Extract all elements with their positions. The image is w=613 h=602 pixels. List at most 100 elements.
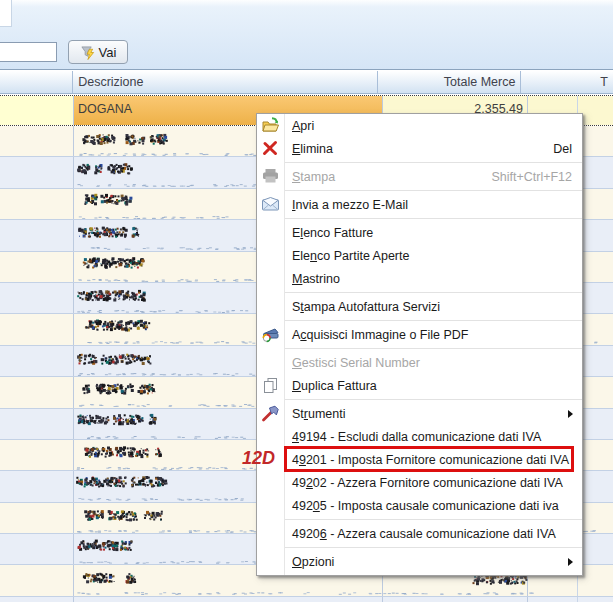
table-row[interactable]: [0, 597, 613, 602]
cell[interactable]: [0, 314, 74, 344]
cell[interactable]: [578, 157, 613, 187]
cell[interactable]: [578, 283, 613, 313]
cell[interactable]: [578, 503, 613, 533]
menu-item-label: 49205 - Imposta causale comunicazione da…: [292, 499, 559, 513]
menu-item-label: Elimina: [292, 142, 333, 156]
cell[interactable]: [578, 440, 613, 470]
menu-item-label: 49194 - Escludi dalla comunicazione dati…: [292, 430, 541, 444]
cell[interactable]: [578, 189, 613, 219]
menu-separator: [285, 519, 582, 520]
cell[interactable]: [578, 534, 613, 564]
cell[interactable]: [0, 409, 74, 439]
go-button[interactable]: Vai: [68, 40, 128, 64]
cell[interactable]: [578, 220, 613, 250]
menu-item-label: 49206 - Azzera causale comunicazione dat…: [292, 527, 556, 541]
cell-extra[interactable]: [578, 96, 613, 125]
toolbar: Vai: [0, 0, 613, 70]
menu-item-shortcut: Shift+Ctrl+F12: [471, 170, 572, 184]
annotation-12d: 12D: [242, 448, 275, 469]
cell[interactable]: [578, 409, 613, 439]
menu-separator: [285, 348, 582, 349]
cell[interactable]: [578, 314, 613, 344]
cell[interactable]: [0, 283, 74, 313]
printer-icon: [260, 166, 281, 187]
menu-item-label: 49201 - Imposta Fornitore comunicazione …: [292, 453, 569, 467]
cell[interactable]: [0, 534, 74, 564]
menu-item-label: Stampa: [292, 170, 335, 184]
folder-open-icon: [260, 115, 281, 136]
cell[interactable]: [0, 189, 74, 219]
menu-item-label: Opzioni: [292, 555, 334, 569]
cell[interactable]: [0, 346, 74, 376]
toolbar-corner-panel: [0, 0, 12, 27]
menu-item-label: 49202 - Azzera Fornitore comunicazione d…: [292, 476, 563, 490]
menu-item-49206-azzera-causale-comunicazione-dati-iv[interactable]: 49206 - Azzera causale comunicazione dat…: [257, 522, 582, 545]
menu-item-elimina[interactable]: Elimina Del: [257, 137, 582, 160]
menu-item-elenco-partite-aperte[interactable]: Elenco Partite Aperte: [257, 244, 582, 267]
menu-separator: [285, 292, 582, 293]
column-header-totale[interactable]: T: [521, 71, 613, 93]
menu-item-49202-azzera-fornitore-comunicazione-dati-[interactable]: 49202 - Azzera Fornitore comunicazione d…: [257, 471, 582, 494]
context-menu: Apri Elimina Del Stampa Shift+Ctrl+F12 Invia …: [256, 113, 583, 576]
scanner-icon: [260, 324, 281, 345]
menu-item-label: Duplica Fattura: [292, 379, 377, 393]
cell[interactable]: [0, 126, 74, 156]
cell[interactable]: [578, 252, 613, 282]
menu-item-label: Elenco Fatture: [292, 226, 373, 240]
delete-icon: [260, 138, 281, 159]
cell[interactable]: [0, 220, 74, 250]
go-button-label: Vai: [99, 45, 117, 60]
menu-item-shortcut: Del: [533, 142, 572, 156]
table-header: Descrizione Totale Merce T: [0, 71, 613, 94]
cell[interactable]: [0, 503, 74, 533]
tools-icon: [260, 403, 281, 424]
menu-item-49205-imposta-causale-comunicazione-dati-i[interactable]: 49205 - Imposta causale comunicazione da…: [257, 494, 582, 517]
cell[interactable]: [578, 597, 613, 602]
cell[interactable]: [578, 565, 613, 595]
menu-item-label: Acquisisci Immagine o File PDF: [292, 328, 468, 342]
search-input[interactable]: [0, 42, 57, 62]
cell[interactable]: [578, 471, 613, 501]
menu-item-stampa[interactable]: Stampa Shift+Ctrl+F12: [257, 165, 582, 188]
menu-item-label: Stampa Autofattura Servizi: [292, 300, 440, 314]
menu-item-stampa-autofattura-servizi[interactable]: Stampa Autofattura Servizi: [257, 295, 582, 318]
menu-item-label: Mastrino: [292, 272, 340, 286]
menu-item-strumenti[interactable]: Strumenti: [257, 402, 582, 425]
menu-item-label: Elenco Partite Aperte: [292, 249, 409, 263]
cell[interactable]: [0, 565, 74, 595]
cell-row-selector[interactable]: [0, 96, 74, 125]
cell[interactable]: [0, 252, 74, 282]
menu-item-mastrino[interactable]: Mastrino: [257, 267, 582, 290]
column-header-empty[interactable]: [0, 71, 73, 93]
lightning-icon: [80, 45, 95, 60]
cell[interactable]: [0, 440, 74, 470]
menu-item-49194-escludi-dalla-comunicazione-dati-iva[interactable]: 49194 - Escludi dalla comunicazione dati…: [257, 425, 582, 448]
menu-item-label: Strumenti: [292, 407, 346, 421]
column-header-totale-merce[interactable]: Totale Merce: [378, 71, 521, 93]
menu-item-elenco-fatture[interactable]: Elenco Fatture: [257, 221, 582, 244]
menu-separator: [285, 320, 582, 321]
cell[interactable]: [0, 377, 74, 407]
menu-item-acquisisci-immagine-o-file-pdf[interactable]: Acquisisci Immagine o File PDF: [257, 323, 582, 346]
cell[interactable]: [528, 597, 578, 602]
menu-item-apri[interactable]: Apri: [257, 114, 582, 137]
cell[interactable]: [0, 471, 74, 501]
cell[interactable]: [383, 597, 528, 602]
cell[interactable]: [0, 597, 74, 602]
cell[interactable]: [578, 126, 613, 156]
menu-item-invia-a-mezzo-e-mail[interactable]: Invia a mezzo E-Mail: [257, 193, 582, 216]
menu-item-duplica-fattura[interactable]: Duplica Fattura: [257, 374, 582, 397]
submenu-arrow-icon: [568, 410, 573, 418]
cell[interactable]: [578, 346, 613, 376]
menu-item-opzioni[interactable]: Opzioni: [257, 550, 582, 573]
menu-item-49201-imposta-fornitore-comunicazione-dati[interactable]: 49201 - Imposta Fornitore comunicazione …: [257, 448, 582, 471]
cell[interactable]: [0, 157, 74, 187]
menu-separator: [285, 218, 582, 219]
submenu-arrow-icon: [568, 558, 573, 566]
menu-item-label: Apri: [292, 119, 314, 133]
menu-item-gestisci-serial-number[interactable]: Gestisci Serial Number: [257, 351, 582, 374]
cell[interactable]: [74, 597, 383, 602]
email-icon: [260, 194, 281, 215]
column-header-descrizione[interactable]: Descrizione: [73, 71, 378, 93]
cell[interactable]: [578, 377, 613, 407]
